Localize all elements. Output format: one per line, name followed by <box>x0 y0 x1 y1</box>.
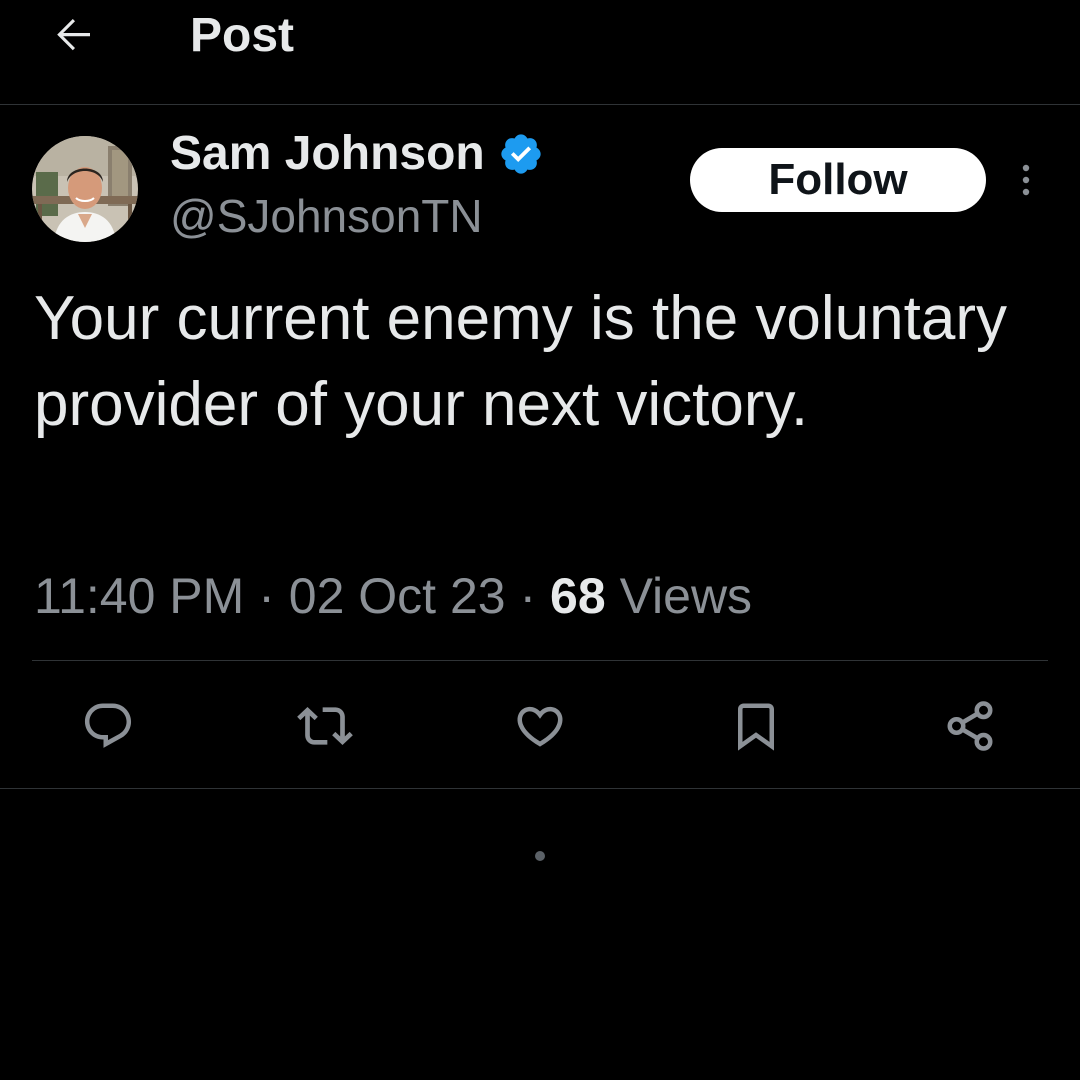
heart-icon <box>517 706 563 747</box>
like-button[interactable] <box>504 690 576 762</box>
author-display-name[interactable]: Sam Johnson <box>170 126 485 182</box>
views-label: Views <box>619 568 753 624</box>
post-date[interactable]: 02 Oct 23 <box>289 568 506 624</box>
loading-indicator <box>535 851 545 861</box>
repost-icon <box>297 707 353 745</box>
more-options-button[interactable] <box>1006 156 1046 204</box>
verified-badge-icon[interactable] <box>497 130 545 178</box>
post-time[interactable]: 11:40 PM <box>34 568 244 624</box>
share-button[interactable] <box>934 690 1006 762</box>
meta-separator: · <box>258 568 275 624</box>
page-title: Post <box>190 9 295 62</box>
author-name-row: Sam Johnson <box>170 124 545 184</box>
views-count: 68 <box>550 568 606 624</box>
post-text: Your current enemy is the voluntary prov… <box>34 284 1007 439</box>
more-vertical-icon <box>1022 164 1030 196</box>
meta-separator: · <box>519 568 537 624</box>
repost-button[interactable] <box>289 690 361 762</box>
author-handle[interactable]: @SJohnsonTN <box>170 188 483 244</box>
reply-button[interactable] <box>72 690 144 762</box>
post-meta: 11:40 PM · 02 Oct 23 · 68 Views <box>34 566 752 626</box>
bookmark-icon <box>738 703 774 751</box>
reply-icon <box>84 703 132 748</box>
action-bar <box>0 690 1080 762</box>
top-app-bar: Post <box>0 0 1080 105</box>
follow-button[interactable]: Follow <box>690 148 986 212</box>
bookmark-button[interactable] <box>720 690 792 762</box>
back-button[interactable] <box>44 6 104 62</box>
avatar-photo <box>32 136 138 242</box>
divider <box>0 788 1080 789</box>
divider <box>32 660 1048 661</box>
share-icon <box>947 701 993 751</box>
avatar[interactable] <box>32 136 138 242</box>
arrow-left-icon <box>57 19 90 51</box>
